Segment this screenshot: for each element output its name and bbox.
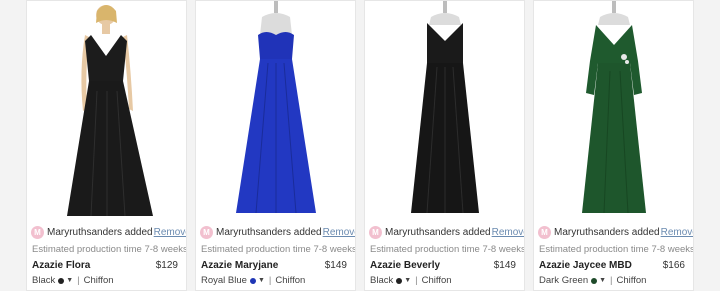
product-price: $149 bbox=[324, 260, 347, 271]
product-grid: M Maryruthsanders added Remove Estimated… bbox=[26, 0, 694, 291]
remove-link[interactable]: Remove bbox=[492, 227, 524, 238]
product-options: Dark Green ▼ | Chiffon bbox=[539, 275, 646, 286]
product-image[interactable] bbox=[534, 1, 693, 219]
added-by-text: Maryruthsanders added bbox=[47, 227, 153, 238]
product-image[interactable] bbox=[365, 1, 524, 219]
chevron-down-icon[interactable]: ▼ bbox=[404, 277, 411, 284]
production-time: Estimated production time 7-8 weeks bbox=[201, 244, 356, 255]
product-price: $149 bbox=[493, 260, 516, 271]
color-name: Black bbox=[32, 275, 56, 286]
separator: | bbox=[268, 275, 272, 286]
added-by-row: M Maryruthsanders added Remove bbox=[538, 226, 693, 239]
product-options: Royal Blue ▼ | Chiffon bbox=[201, 275, 305, 286]
product-card[interactable]: M Maryruthsanders added Remove Estimated… bbox=[195, 0, 356, 291]
product-name[interactable]: Azazie Maryjane bbox=[201, 260, 278, 271]
avatar: M bbox=[538, 226, 551, 239]
added-by-row: M Maryruthsanders added Remove bbox=[369, 226, 524, 239]
separator: | bbox=[77, 275, 80, 286]
separator: | bbox=[610, 275, 613, 286]
added-by-row: M Maryruthsanders added Remove bbox=[200, 226, 355, 239]
chevron-down-icon[interactable]: ▼ bbox=[258, 277, 265, 284]
added-by-text: Maryruthsanders added bbox=[216, 227, 322, 238]
product-image[interactable] bbox=[196, 1, 355, 219]
color-name: Dark Green bbox=[539, 275, 589, 286]
added-by-row: M Maryruthsanders added Remove bbox=[31, 226, 186, 239]
production-time: Estimated production time 7-8 weeks bbox=[370, 244, 525, 255]
product-options: Black ▼ | Chiffon bbox=[370, 275, 452, 286]
product-image[interactable] bbox=[27, 1, 186, 219]
fabric-name: Chiffon bbox=[275, 275, 306, 286]
product-name[interactable]: Azazie Beverly bbox=[370, 260, 440, 271]
remove-link[interactable]: Remove bbox=[661, 227, 693, 238]
production-time: Estimated production time 7-8 weeks bbox=[32, 244, 187, 255]
color-swatch-icon bbox=[58, 277, 65, 284]
avatar: M bbox=[200, 226, 213, 239]
avatar: M bbox=[31, 226, 44, 239]
added-by-text: Maryruthsanders added bbox=[554, 227, 660, 238]
dress-illustration bbox=[236, 1, 316, 214]
chevron-down-icon[interactable]: ▼ bbox=[599, 277, 606, 284]
product-name[interactable]: Azazie Flora bbox=[32, 260, 90, 271]
product-price: $129 bbox=[155, 260, 178, 271]
color-swatch-icon bbox=[249, 277, 256, 284]
product-card[interactable]: M Maryruthsanders added Remove Estimated… bbox=[26, 0, 187, 291]
chevron-down-icon[interactable]: ▼ bbox=[66, 277, 73, 284]
color-swatch-icon bbox=[396, 277, 403, 284]
remove-link[interactable]: Remove bbox=[154, 227, 186, 238]
product-price: $166 bbox=[662, 260, 685, 271]
production-time: Estimated production time 7-8 weeks bbox=[539, 244, 694, 255]
color-name: Black bbox=[370, 275, 394, 286]
avatar: M bbox=[369, 226, 382, 239]
separator: | bbox=[415, 275, 418, 286]
fabric-name: Chiffon bbox=[616, 275, 647, 286]
fabric-name: Chiffon bbox=[421, 275, 452, 286]
dress-illustration bbox=[582, 1, 646, 214]
product-name[interactable]: Azazie Jaycee MBD bbox=[539, 260, 632, 271]
product-card[interactable]: M Maryruthsanders added Remove Estimated… bbox=[364, 0, 525, 291]
dress-illustration bbox=[67, 5, 153, 217]
color-swatch-icon bbox=[591, 277, 598, 284]
color-name: Royal Blue bbox=[201, 275, 247, 286]
product-options: Black ▼ | Chiffon bbox=[32, 275, 114, 286]
product-card[interactable]: M Maryruthsanders added Remove Estimated… bbox=[533, 0, 694, 291]
added-by-text: Maryruthsanders added bbox=[385, 227, 491, 238]
fabric-name: Chiffon bbox=[83, 275, 114, 286]
remove-link[interactable]: Remove bbox=[323, 227, 355, 238]
dress-illustration bbox=[411, 1, 479, 214]
